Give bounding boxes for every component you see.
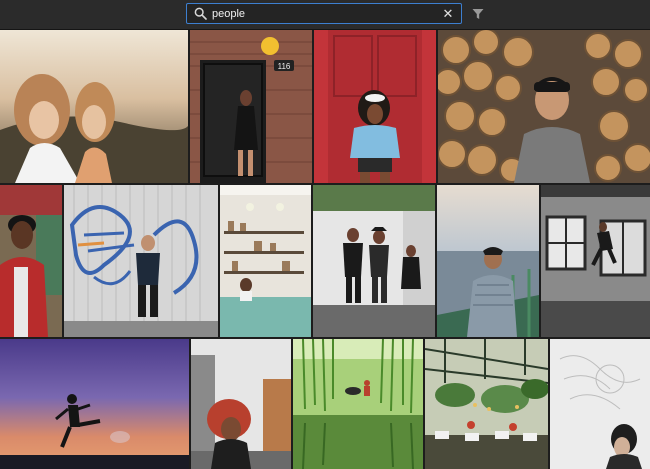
photo-man-climbing-window[interactable] [541, 185, 650, 337]
photo-coffee-shop[interactable] [220, 185, 311, 337]
photo-grid: 116 [0, 30, 650, 469]
photo-group-white-wall[interactable] [313, 185, 435, 337]
close-icon[interactable]: ✕ [441, 5, 455, 22]
photo-willow-trees-lake[interactable] [293, 339, 423, 469]
photo-woman-curly-hair-street[interactable] [191, 339, 291, 469]
top-toolbar: ✕ [0, 0, 650, 30]
search-input[interactable] [212, 5, 412, 22]
svg-text:116: 116 [278, 62, 291, 71]
funnel-icon[interactable] [472, 8, 484, 20]
photo-man-red-jacket[interactable] [0, 185, 62, 337]
search-box[interactable]: ✕ [186, 3, 462, 24]
magnifier-icon [194, 7, 207, 20]
photo-man-firewood-pile[interactable] [438, 30, 650, 183]
photo-woman-sketch-mono[interactable] [550, 339, 650, 469]
photo-greenhouse-restaurant[interactable] [425, 339, 548, 469]
photo-woman-red-door[interactable] [314, 30, 436, 183]
photo-woman-black-door-116[interactable]: 116 [190, 30, 312, 183]
photo-man-graffiti-wall[interactable] [64, 185, 218, 337]
photo-man-waterfront[interactable] [437, 185, 539, 337]
photo-two-women-sunset[interactable] [0, 30, 188, 183]
photo-silhouette-dusk[interactable] [0, 339, 189, 469]
